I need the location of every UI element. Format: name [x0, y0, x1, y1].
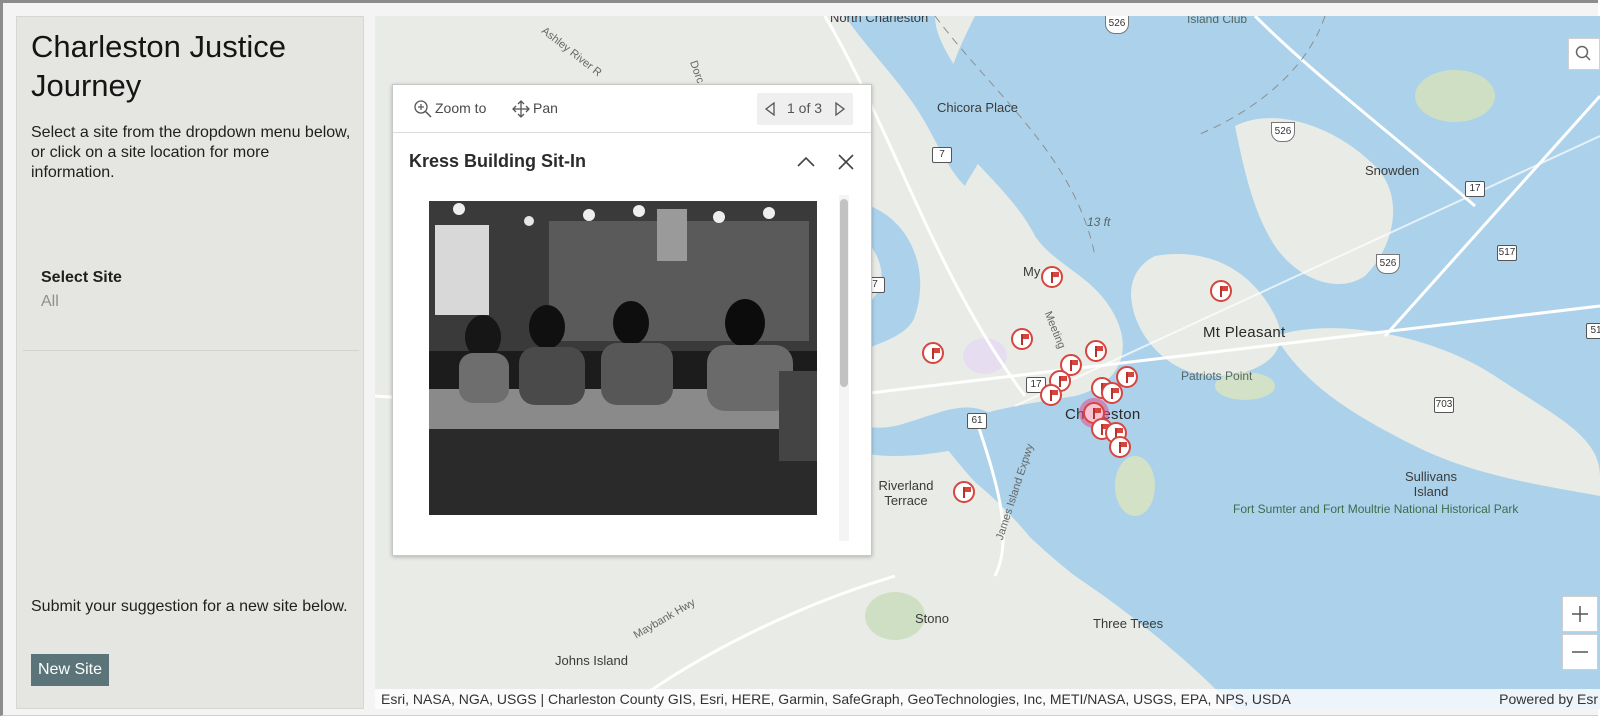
pager-text: 1 of 3: [787, 100, 823, 116]
shield-us17-east: 17: [1465, 181, 1485, 197]
popup-scrollbar[interactable]: [839, 195, 849, 541]
zoom-in-button[interactable]: [1562, 596, 1598, 632]
site-marker[interactable]: [1041, 266, 1063, 288]
powered-by-esri[interactable]: Powered by Esr: [1499, 689, 1598, 709]
zoom-to-label: Zoom to: [435, 100, 487, 116]
shield-i526-north: 526: [1105, 16, 1129, 34]
shield-i526-east: 526: [1271, 122, 1295, 142]
place-sullivans-island: Sullivans Island: [1404, 469, 1458, 499]
close-icon[interactable]: [835, 151, 857, 173]
plus-icon: [1572, 606, 1588, 622]
site-marker[interactable]: [922, 342, 944, 364]
place-elevation: 13 ft: [1087, 215, 1111, 229]
zoom-out-button[interactable]: [1562, 634, 1598, 670]
suggest-text: Submit your suggestion for a new site be…: [31, 598, 348, 615]
place-johns-island: Johns Island: [555, 653, 628, 668]
place-patriots-point: Patriots Point: [1181, 369, 1253, 383]
site-marker[interactable]: [1040, 384, 1062, 406]
shield-sc7-north: 7: [932, 147, 952, 163]
minus-icon: [1572, 651, 1588, 653]
photo-illustration: [429, 201, 817, 515]
map-attribution: Esri, NASA, NGA, USGS | Charleston Count…: [375, 689, 1600, 709]
search-icon: [1575, 45, 1591, 61]
popup-scroll-thumb[interactable]: [840, 199, 848, 387]
site-marker[interactable]: [1210, 280, 1232, 302]
new-site-button[interactable]: New Site: [31, 654, 110, 686]
caret-right-icon[interactable]: [833, 101, 847, 117]
site-marker[interactable]: [1109, 436, 1131, 458]
shield-sc61: 61: [967, 413, 987, 429]
zoom-in-icon: [414, 100, 432, 118]
site-marker[interactable]: [1085, 340, 1107, 362]
site-select[interactable]: Select Site All: [23, 265, 359, 351]
place-three-trees: Three Trees: [1093, 616, 1164, 631]
attribution-text: Esri, NASA, NGA, USGS | Charleston Count…: [381, 691, 1291, 707]
place-my: My: [1023, 264, 1041, 279]
shield-i526-mtp: 526: [1376, 254, 1400, 274]
place-north-charleston: North Charleston: [830, 16, 929, 25]
select-site-label: Select Site: [41, 269, 122, 286]
sit-in-photo: [429, 201, 817, 515]
map-search-button[interactable]: [1568, 38, 1600, 70]
site-marker[interactable]: [1101, 382, 1123, 404]
feature-popup: Zoom to Pan 1 of 3 Kress Building Sit-In: [392, 84, 872, 556]
chevron-up-icon[interactable]: [795, 151, 817, 173]
popup-toolbar: Zoom to Pan 1 of 3: [393, 85, 871, 133]
place-riverland-terrace: Riverland Terrace: [878, 478, 934, 508]
shield-703: 703: [1434, 397, 1454, 413]
caret-left-icon[interactable]: [763, 101, 777, 117]
select-site-value[interactable]: All: [41, 293, 59, 311]
popup-pager: 1 of 3: [757, 93, 853, 125]
site-marker[interactable]: [953, 481, 975, 503]
shield-517: 517: [1497, 245, 1517, 261]
pan-label: Pan: [533, 100, 558, 116]
popup-title: Kress Building Sit-In: [409, 151, 587, 171]
place-fort-sumter: Fort Sumter and Fort Moultrie National H…: [1233, 502, 1518, 516]
place-mt-pleasant: Mt Pleasant: [1203, 324, 1286, 341]
shield-51: 51: [1586, 323, 1600, 339]
move-icon: [512, 100, 530, 118]
place-chicora-place: Chicora Place: [937, 100, 1018, 115]
intro-text: Select a site from the dropdown menu bel…: [31, 124, 351, 181]
sidebar: Charleston Justice Journey Select a site…: [16, 16, 364, 709]
app-title: Charleston Justice Journey: [31, 29, 287, 103]
site-marker[interactable]: [1011, 328, 1033, 350]
place-snowden: Snowden: [1365, 163, 1420, 178]
place-stono: Stono: [915, 611, 949, 626]
place-island-club: Island Club: [1187, 16, 1248, 26]
